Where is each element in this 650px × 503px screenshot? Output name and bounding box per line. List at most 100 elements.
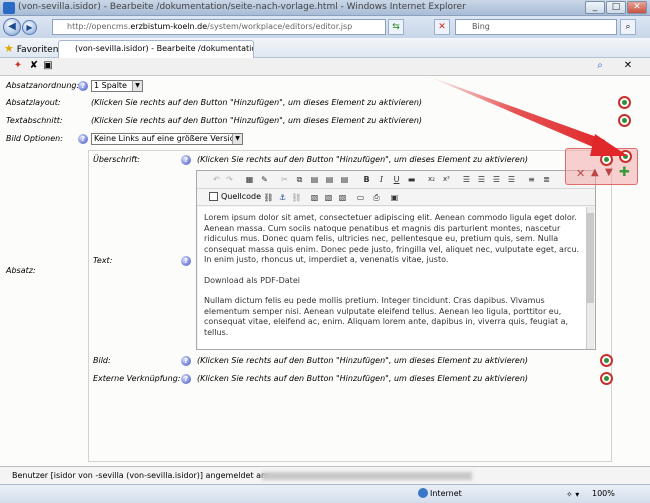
bold-icon[interactable]: B <box>361 174 372 185</box>
help-icon[interactable]: ? <box>78 81 88 91</box>
paste-word-icon[interactable]: ▤ <box>339 174 350 185</box>
editor-toolbar-row1: ↶ ↷ ▦ ✎ ✂ ⧉ ▤ ▤ ▤ B I U ▬ x₂ x² ☰ ☰ ☰ ☰ … <box>197 171 595 189</box>
editor-content[interactable]: Lorem ipsum dolor sit amet, consectetuer… <box>198 207 586 349</box>
textabschnitt-hint: (Klicken Sie rechts auf den Button "Hinz… <box>91 116 423 125</box>
copy-icon[interactable]: ⧉ <box>294 174 305 185</box>
absatzanordnung-select[interactable]: 1 Spalte ▼ <box>91 80 143 92</box>
security-zone: Internet <box>430 489 462 498</box>
align-justify-icon[interactable]: ☰ <box>506 174 517 185</box>
preview-icon[interactable]: ▭ <box>355 192 366 203</box>
scrollbar-thumb[interactable] <box>587 213 594 303</box>
help-icon[interactable]: ? <box>78 134 88 144</box>
status-bar: Internet ✧ ▾ 100% <box>0 484 650 503</box>
editor-paragraph: Lorem ipsum dolor sit amet, consectetuer… <box>204 213 580 264</box>
star-icon: ★ <box>4 42 14 55</box>
bild-optionen-label: Bild Optionen: <box>6 134 63 143</box>
paste-icon[interactable]: ▤ <box>309 174 320 185</box>
user-bar: Benutzer [isidor von -sevilla (von-sevil… <box>0 466 650 484</box>
window-title: (von-sevilla.isidor) - Bearbeite /dokume… <box>18 2 466 12</box>
search-input[interactable]: Bing <box>455 19 617 35</box>
image-icon[interactable]: ▧ <box>309 192 320 203</box>
chevron-down-icon: ▼ <box>132 81 142 91</box>
align-right-icon[interactable]: ☰ <box>491 174 502 185</box>
favorites-button[interactable]: ★ Favoriten <box>4 42 58 55</box>
bild-optionen-select[interactable]: Keine Links auf eine größere Version ▼ <box>91 133 243 145</box>
externe-verknuepfung-label: Externe Verknüpfung: <box>93 374 181 383</box>
gallery-icon[interactable]: ▧ <box>323 192 334 203</box>
refresh-icon[interactable]: ⇆ <box>388 19 404 35</box>
save-icon[interactable]: ▣ <box>42 60 54 72</box>
absatzlayout-label: Absatzlayout: <box>6 98 61 107</box>
minimize-button[interactable]: _ <box>585 1 605 14</box>
numbered-list-icon[interactable]: ≡ <box>526 174 537 185</box>
underline-icon[interactable]: U <box>391 174 402 185</box>
address-bar: ◀ ▶ http://opencms.erzbistum-koeln.de/sy… <box>0 16 650 38</box>
logged-in-user: Benutzer [isidor von -sevilla (von-sevil… <box>12 471 269 480</box>
publish-icon[interactable]: ✦ <box>12 60 24 72</box>
url-field[interactable]: http://opencms.erzbistum-koeln.de/system… <box>52 19 386 35</box>
eraser-icon[interactable]: ✎ <box>259 174 270 185</box>
pdf-download-link[interactable]: Download als PDF-Datei <box>204 276 580 287</box>
bild-label: Bild: <box>93 356 111 365</box>
strikethrough-icon[interactable]: ▬ <box>406 174 417 185</box>
bild-hint: (Klicken Sie rechts auf den Button "Hinz… <box>197 356 529 365</box>
url-domain: erzbistum-koeln.de <box>130 22 208 31</box>
absatz-label: Absatz: <box>6 266 36 275</box>
absatzanordnung-value: 1 Spalte <box>94 81 127 90</box>
search-icon[interactable]: ⌕ <box>620 19 636 35</box>
maximize-button[interactable]: □ <box>606 1 626 14</box>
source-code-button[interactable]: Quellcode <box>209 191 261 203</box>
externe-verknuepfung-hint: (Klicken Sie rechts auf den Button "Hinz… <box>197 374 529 383</box>
help-icon[interactable]: ? <box>181 374 191 384</box>
protected-mode-icon[interactable]: ✧ ▾ <box>566 490 579 499</box>
align-center-icon[interactable]: ☰ <box>476 174 487 185</box>
undo-icon[interactable]: ↶ <box>211 174 222 185</box>
window-titlebar: (von-sevilla.isidor) - Bearbeite /dokume… <box>0 0 650 16</box>
editor-toolbar-row2: Quellcode ⛓ ⚓ ⛓ ▧ ▧ ▧ ▭ ⎙ ▣ <box>197 189 595 206</box>
back-button[interactable]: ◀ <box>3 18 21 36</box>
ueberschrift-label: Überschrift: <box>93 155 140 164</box>
paste-text-icon[interactable]: ▤ <box>324 174 335 185</box>
help-icon[interactable]: ? <box>181 256 191 266</box>
subscript-icon[interactable]: x₂ <box>426 174 437 185</box>
favorites-bar: ★ Favoriten (von-sevilla.isidor) - Bearb… <box>0 38 650 58</box>
link-icon[interactable]: ⛓ <box>263 192 274 203</box>
italic-icon[interactable]: I <box>376 174 387 185</box>
anchor-icon[interactable]: ⚓ <box>277 192 288 203</box>
editor-paragraph: Nullam dictum felis eu pede mollis preti… <box>204 296 569 337</box>
browser-tab[interactable]: (von-sevilla.isidor) - Bearbeite /dokume… <box>58 40 254 58</box>
table-icon[interactable]: ▦ <box>244 174 255 185</box>
source-icon <box>209 192 218 201</box>
close-window-button[interactable]: ✕ <box>627 1 647 14</box>
favorites-label: Favoriten <box>16 45 59 55</box>
bild-optionen-value: Keine Links auf eine größere Version <box>94 134 240 143</box>
forward-button[interactable]: ▶ <box>22 20 37 35</box>
help-icon[interactable]: ? <box>181 155 191 165</box>
save-exit-icon[interactable]: ✘ <box>28 60 40 72</box>
superscript-icon[interactable]: x² <box>441 174 452 185</box>
fullscreen-icon[interactable]: ▣ <box>389 192 400 203</box>
bullet-list-icon[interactable]: ≣ <box>541 174 552 185</box>
annotation-arrow <box>425 75 628 156</box>
ie-icon <box>3 2 15 14</box>
rich-text-editor[interactable]: ↶ ↷ ▦ ✎ ✂ ⧉ ▤ ▤ ▤ B I U ▬ x₂ x² ☰ ☰ ☰ ☰ … <box>196 170 596 350</box>
source-code-label: Quellcode <box>221 192 262 201</box>
add-button[interactable] <box>600 354 613 367</box>
url-prefix: http://opencms. <box>67 22 131 31</box>
zoom-level[interactable]: 100% <box>592 489 615 498</box>
print-icon[interactable]: ⎙ <box>371 192 382 203</box>
editor-scrollbar[interactable] <box>586 207 594 349</box>
unlink-icon[interactable]: ⛓ <box>291 192 302 203</box>
textabschnitt-label: Textabschnitt: <box>6 116 63 125</box>
help-icon[interactable]: ? <box>181 356 191 366</box>
absatzlayout-hint: (Klicken Sie rechts auf den Button "Hinz… <box>91 98 423 107</box>
absatzanordnung-label: Absatzanordnung: <box>6 81 80 90</box>
download-gallery-icon[interactable]: ▧ <box>337 192 348 203</box>
url-path: /system/workplace/editors/editor.jsp <box>207 22 353 31</box>
text-label: Text: <box>93 256 113 265</box>
cut-icon[interactable]: ✂ <box>279 174 290 185</box>
add-button[interactable] <box>600 372 613 385</box>
align-left-icon[interactable]: ☰ <box>461 174 472 185</box>
stop-icon[interactable]: ✕ <box>434 19 450 35</box>
redo-icon[interactable]: ↷ <box>224 174 235 185</box>
